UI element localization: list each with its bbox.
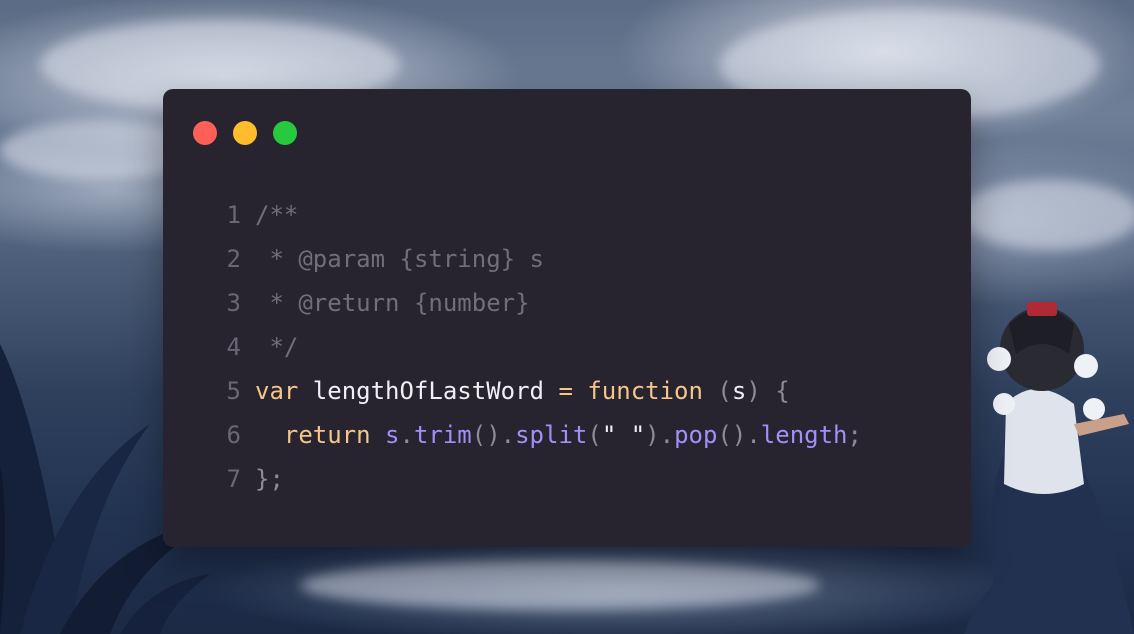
code-token-ident: s [731,377,747,405]
code-line: 3 * @return {number} [215,281,862,325]
cloud-shape [960,180,1134,250]
code-line: 5 var lengthOfLastWord = function (s) { [215,369,862,413]
code-line: 6 return s.trim().split(" ").pop().lengt… [215,413,862,457]
line-number: 7 [226,465,241,493]
code-token-punct: (). [717,421,761,449]
code-line: 7}; [215,457,862,501]
code-token-prop: s [370,421,400,449]
code-token-punct: ). [645,421,675,449]
code-token-punct: ) { [746,377,790,405]
code-token-punct: . [399,421,414,449]
code-token-comment: * @param {string} s [255,245,544,273]
close-button[interactable] [193,121,217,145]
code-token-op: = [558,377,573,405]
code-token-prop: trim [413,421,472,449]
line-number: 5 [226,377,241,405]
code-token-ident: lengthOfLastWord [298,377,559,405]
line-number: 6 [226,421,241,449]
code-line: 4 */ [215,325,862,369]
line-number: 2 [226,245,241,273]
line-number: 3 [226,289,241,317]
cloud-shape [300,560,820,610]
code-token-comment: */ [255,333,299,361]
code-token-kw: return [255,421,371,449]
code-line: 2 * @param {string} s [215,237,862,281]
code-token-punct: ( [717,377,732,405]
code-window: 1/** 2 * @param {string} s3 * @return {nu… [163,89,971,547]
minimize-button[interactable] [233,121,257,145]
code-token-prop: pop [674,421,718,449]
code-token-kw: function [572,377,718,405]
window-controls [193,121,297,145]
code-token-prop: length [760,421,848,449]
maximize-button[interactable] [273,121,297,145]
code-token-punct: }; [255,465,284,493]
line-number: 1 [226,201,241,229]
code-token-str: " " [601,421,646,449]
code-token-punct: ( [587,421,602,449]
code-token-prop: split [515,421,588,449]
code-block: 1/** 2 * @param {string} s3 * @return {nu… [215,193,862,501]
line-number: 4 [226,333,241,361]
code-line: 1 /** [215,193,862,237]
code-token-comment: /** [255,201,299,229]
code-token-punct: (). [471,421,516,449]
code-token-kw: var [255,377,299,405]
code-token-comment: * @return {number} [255,289,530,317]
code-token-punct: ; [847,421,862,449]
